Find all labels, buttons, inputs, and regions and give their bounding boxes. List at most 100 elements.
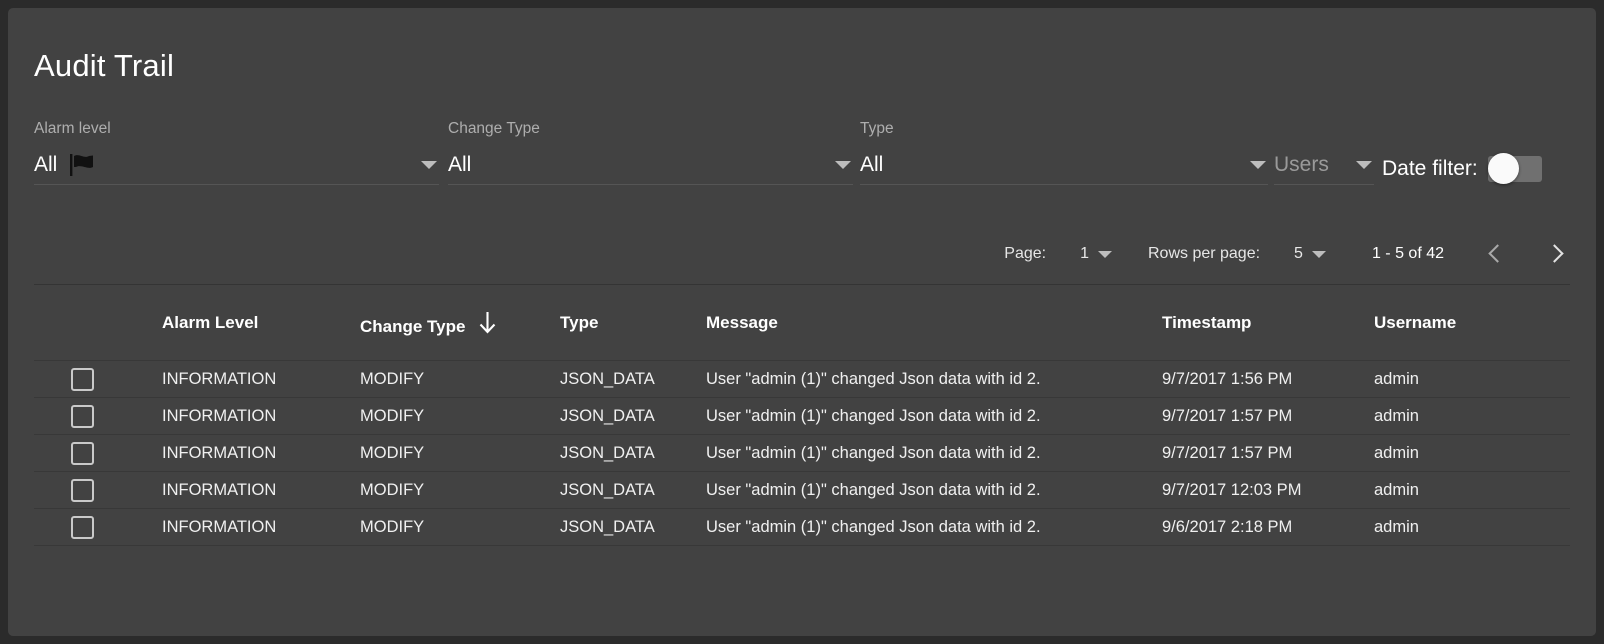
audit-table-body: INFORMATION MODIFY JSON_DATA User "admin (1…: [34, 360, 1570, 546]
chevron-down-icon[interactable]: [1311, 250, 1326, 258]
row-username: admin: [1374, 360, 1570, 398]
filter-type-label: Type: [860, 120, 894, 137]
row-username: admin: [1374, 397, 1570, 435]
filter-bar: Alarm level All Change Type All Type All…: [34, 120, 1572, 186]
filter-users-value: Users: [1274, 153, 1329, 176]
row-checkbox-cell: [34, 434, 162, 472]
row-message: User "admin (1)" changed Json data with …: [706, 508, 1162, 546]
row-message: User "admin (1)" changed Json data with …: [706, 360, 1162, 398]
filter-type-select[interactable]: All: [860, 152, 1268, 185]
row-timestamp: 9/7/2017 1:57 PM: [1162, 397, 1374, 435]
row-message: User "admin (1)" changed Json data with …: [706, 434, 1162, 472]
filter-change-type-select[interactable]: All: [448, 152, 853, 185]
column-header-username-label: Username: [1374, 312, 1457, 332]
row-timestamp: 9/7/2017 12:03 PM: [1162, 471, 1374, 509]
arrow-down-icon: [479, 311, 496, 340]
date-filter-toggle-knob[interactable]: [1487, 153, 1519, 184]
row-change-type: MODIFY: [360, 471, 560, 509]
row-message: User "admin (1)" changed Json data with …: [706, 471, 1162, 509]
filter-alarm-level-select[interactable]: All: [34, 152, 439, 185]
row-checkbox[interactable]: [71, 515, 94, 539]
row-change-type: MODIFY: [360, 434, 560, 472]
filter-type-value: All: [860, 153, 884, 176]
column-header-alarm-level-label: Alarm Level: [162, 312, 259, 332]
date-filter-group: Date filter:: [1382, 152, 1542, 185]
column-header-username[interactable]: Username: [1374, 284, 1570, 361]
table-row[interactable]: INFORMATION MODIFY JSON_DATA User "admin (1…: [34, 397, 1570, 435]
row-timestamp: 9/7/2017 1:56 PM: [1162, 360, 1374, 398]
row-username: admin: [1374, 508, 1570, 546]
chevron-down-icon[interactable]: [835, 161, 851, 169]
paginator-rows-value: 5: [1294, 245, 1303, 262]
row-type: JSON_DATA: [560, 397, 706, 435]
row-alarm-level: INFORMATION: [162, 397, 360, 435]
filter-alarm-level: Alarm level All: [34, 120, 439, 186]
audit-trail-panel: Audit Trail Alarm level All Change Type …: [8, 8, 1596, 636]
row-username: admin: [1374, 471, 1570, 509]
audit-table: Alarm Level Change Type Type Message Tim…: [34, 284, 1570, 546]
column-header-timestamp[interactable]: Timestamp: [1162, 284, 1374, 361]
column-header-alarm-level[interactable]: Alarm Level: [162, 284, 360, 361]
row-alarm-level: INFORMATION: [162, 360, 360, 398]
filter-type: Type All: [860, 120, 1268, 186]
filter-users-select[interactable]: Users: [1274, 152, 1374, 185]
row-change-type: MODIFY: [360, 397, 560, 435]
column-header-change-type[interactable]: Change Type: [360, 284, 560, 361]
chevron-left-icon[interactable]: [1484, 242, 1508, 266]
row-type: JSON_DATA: [560, 471, 706, 509]
chevron-down-icon[interactable]: [1097, 250, 1112, 258]
audit-table-container: Alarm Level Change Type Type Message Tim…: [34, 284, 1570, 546]
row-change-type: MODIFY: [360, 360, 560, 398]
paginator-rows-label: Rows per page:: [1147, 245, 1261, 262]
paginator-page-label: Page:: [1004, 245, 1047, 262]
table-row[interactable]: INFORMATION MODIFY JSON_DATA User "admin (1…: [34, 471, 1570, 509]
row-checkbox-cell: [34, 471, 162, 509]
column-header-type-label: Type: [560, 312, 599, 332]
row-type: JSON_DATA: [560, 434, 706, 472]
paginator-page-value: 1: [1080, 245, 1089, 262]
date-filter-label: Date filter:: [1382, 156, 1478, 180]
row-alarm-level: INFORMATION: [162, 508, 360, 546]
audit-table-head: Alarm Level Change Type Type Message Tim…: [34, 284, 1570, 361]
page-title: Audit Trail: [34, 48, 175, 83]
filter-users: Users: [1274, 120, 1374, 186]
row-checkbox[interactable]: [71, 478, 94, 502]
paginator-rows-select[interactable]: 5: [1294, 245, 1326, 263]
column-header-select: [34, 284, 162, 361]
column-header-message[interactable]: Message: [706, 284, 1162, 361]
table-row[interactable]: INFORMATION MODIFY JSON_DATA User "admin (1…: [34, 360, 1570, 398]
row-checkbox[interactable]: [71, 404, 94, 428]
row-checkbox-cell: [34, 508, 162, 546]
table-row[interactable]: INFORMATION MODIFY JSON_DATA User "admin (1…: [34, 508, 1570, 546]
column-header-type[interactable]: Type: [560, 284, 706, 361]
row-change-type: MODIFY: [360, 508, 560, 546]
chevron-right-icon[interactable]: [1544, 242, 1568, 266]
row-type: JSON_DATA: [560, 360, 706, 398]
filter-change-type-value: All: [448, 153, 472, 176]
row-checkbox[interactable]: [71, 367, 94, 391]
row-checkbox-cell: [34, 397, 162, 435]
date-filter-toggle[interactable]: [1487, 153, 1542, 184]
row-alarm-level: INFORMATION: [162, 471, 360, 509]
filter-change-type-label: Change Type: [448, 120, 540, 137]
paginator-page-select[interactable]: 1: [1080, 245, 1112, 263]
row-checkbox[interactable]: [71, 441, 94, 465]
chevron-down-icon[interactable]: [1250, 161, 1266, 169]
paginator: Page: 1 Rows per page: 5 1 - 5 of 42: [1004, 232, 1570, 276]
row-timestamp: 9/6/2017 2:18 PM: [1162, 508, 1374, 546]
column-header-change-type-label: Change Type: [360, 316, 466, 336]
chevron-down-icon[interactable]: [421, 161, 437, 169]
row-timestamp: 9/7/2017 1:57 PM: [1162, 434, 1374, 472]
row-type: JSON_DATA: [560, 508, 706, 546]
flag-icon: [69, 154, 97, 181]
column-header-timestamp-label: Timestamp: [1162, 312, 1252, 332]
column-header-message-label: Message: [706, 312, 778, 332]
row-checkbox-cell: [34, 360, 162, 398]
row-alarm-level: INFORMATION: [162, 434, 360, 472]
screen-root: Audit Trail Alarm level All Change Type …: [0, 0, 1604, 644]
table-row[interactable]: INFORMATION MODIFY JSON_DATA User "admin (1…: [34, 434, 1570, 472]
filter-change-type: Change Type All: [448, 120, 853, 186]
row-message: User "admin (1)" changed Json data with …: [706, 397, 1162, 435]
chevron-down-icon[interactable]: [1356, 161, 1372, 169]
filter-alarm-level-label: Alarm level: [34, 120, 111, 137]
